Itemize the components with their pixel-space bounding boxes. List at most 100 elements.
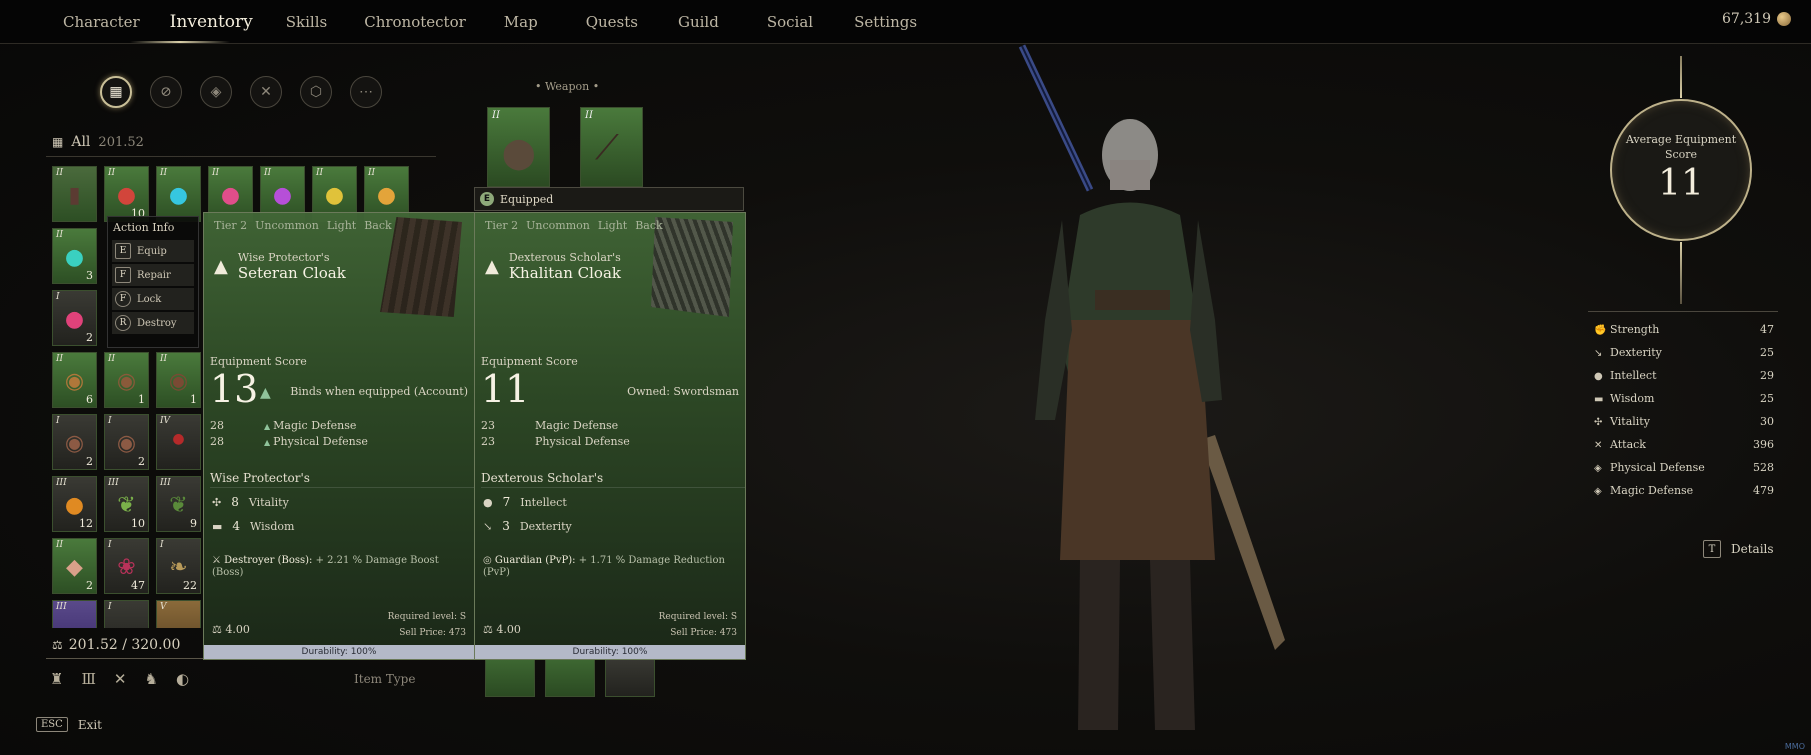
nav-guild[interactable]: Guild xyxy=(678,13,719,31)
inventory-slot[interactable]: III ❦ 10 xyxy=(104,476,149,532)
slot-tier: II xyxy=(56,354,64,364)
pouch-icon[interactable]: ♞ xyxy=(145,670,158,688)
stat-label: Physical Defense xyxy=(1610,461,1705,474)
action-lock[interactable]: F Lock xyxy=(112,288,194,310)
inventory-slot[interactable]: I ❧ 22 xyxy=(156,538,201,594)
filter-weapon-sword-slash-icon[interactable]: ⊘ xyxy=(150,76,182,108)
inventory-slot[interactable]: V xyxy=(156,600,201,628)
dish-icon: ◉ xyxy=(116,431,137,456)
character-model[interactable] xyxy=(1000,40,1300,750)
inventory-slot[interactable]: I xyxy=(104,600,149,628)
slot-tier: II xyxy=(56,168,64,178)
inventory-slot[interactable]: III ● 12 xyxy=(52,476,97,532)
item-type-filters: ♜ Ⅲ ✕ ♞ ◐ xyxy=(50,670,189,688)
slot-tier: II xyxy=(160,354,168,364)
item-weight-value: 4.00 xyxy=(225,623,250,636)
inventory-slot[interactable]: I ◉ 2 xyxy=(52,414,97,470)
slot-tier: V xyxy=(160,602,167,612)
crossed-swords-icon[interactable]: ✕ xyxy=(114,670,127,688)
filter-armor-icon[interactable]: ◈ xyxy=(200,76,232,108)
item-prefix: Dexterous Scholar's xyxy=(508,251,621,264)
slot-qty: 9 xyxy=(190,517,197,530)
equipment-slot[interactable] xyxy=(485,655,535,697)
inventory-slot[interactable]: II ◉ 1 xyxy=(156,352,201,408)
nav-chronotector[interactable]: Chronotector xyxy=(364,13,466,31)
armor-type-icon[interactable]: ♜ xyxy=(50,670,63,688)
weight-icon: ⚖ xyxy=(483,623,497,636)
inventory-slot[interactable]: IV ● xyxy=(156,414,201,470)
nav-quests[interactable]: Quests xyxy=(586,13,638,31)
slot-qty: 10 xyxy=(131,517,145,530)
bread-icon: ◉ xyxy=(116,369,137,394)
stat-label: Intellect xyxy=(1610,369,1657,382)
action-destroy[interactable]: R Destroy xyxy=(112,312,194,334)
weapon-slot-shield[interactable]: II ⬤ xyxy=(487,107,550,187)
circle-swirl-icon[interactable]: ◐ xyxy=(176,670,189,688)
filter-all-grid-icon[interactable]: ▦ xyxy=(100,76,132,108)
sell-price: Sell Price: 473 xyxy=(670,628,737,638)
item-slot: Back xyxy=(635,219,663,232)
dish-icon: ◉ xyxy=(64,431,85,456)
nav-map[interactable]: Map xyxy=(504,13,538,31)
filter-box-icon[interactable]: ⬡ xyxy=(300,76,332,108)
stat-value: 28 xyxy=(210,435,224,448)
inventory-slot[interactable]: II ◉ 1 xyxy=(104,352,149,408)
vitality-icon: ✣ xyxy=(1594,417,1603,428)
exit-hint[interactable]: ESC Exit xyxy=(36,717,102,732)
nav-skills[interactable]: Skills xyxy=(286,13,327,31)
ring-ornament-bottom xyxy=(1680,242,1682,304)
inventory-slot[interactable]: III xyxy=(52,600,97,628)
action-label: Lock xyxy=(137,293,162,305)
top-nav-bar: Character Inventory Skills Chronotector … xyxy=(0,0,1811,44)
raw-meat-icon: ◆ xyxy=(66,555,83,580)
inventory-slot[interactable]: I ● 2 xyxy=(52,290,97,346)
slot-qty: 2 xyxy=(138,455,145,468)
inventory-slot[interactable]: I ❀ 47 xyxy=(104,538,149,594)
slot-tier: II xyxy=(212,168,220,178)
slot-tier: IV xyxy=(160,416,171,426)
equipment-slot[interactable] xyxy=(545,655,595,697)
action-info-title: Action Info xyxy=(113,221,175,234)
nav-character[interactable]: Character xyxy=(63,13,140,31)
red-mark-icon: ● xyxy=(172,431,185,447)
weapon-slot-sword[interactable]: II ⟋ xyxy=(580,107,643,187)
inventory-slot[interactable]: II ◆ 2 xyxy=(52,538,97,594)
equipment-slot[interactable] xyxy=(605,655,655,697)
inventory-slot[interactable]: II ◉ 6 xyxy=(52,352,97,408)
inventory-slot[interactable]: II ▮ xyxy=(52,166,97,222)
attr-label: Vitality xyxy=(248,495,289,509)
inventory-slot[interactable]: II ● 10 xyxy=(104,166,149,222)
slot-tier: III xyxy=(108,478,119,488)
action-equip[interactable]: E Equip xyxy=(112,240,194,262)
filter-crossed-swords-icon[interactable]: ✕ xyxy=(250,76,282,108)
inventory-weight: 201.52 xyxy=(98,134,144,150)
average-score-value: 11 xyxy=(1658,163,1704,204)
filter-more-icon[interactable]: ⋯ xyxy=(350,76,382,108)
item-requirements: Required level: S Sell Price: 473 xyxy=(388,609,466,641)
nav-settings[interactable]: Settings xyxy=(854,13,917,31)
stat-label: Strength xyxy=(1610,323,1660,336)
owned-note: Owned: Swordsman xyxy=(627,385,739,398)
item-type-label[interactable]: Item Type xyxy=(354,672,415,686)
attr-value: 8 xyxy=(231,495,239,509)
inventory-slot[interactable]: III ❦ 9 xyxy=(156,476,201,532)
slot-tier: II xyxy=(492,110,500,121)
inventory-slot[interactable]: II ● 3 xyxy=(52,228,97,284)
set-effect-icon: ⚔ xyxy=(212,555,225,566)
slot-qty: 22 xyxy=(183,579,197,592)
magic-defense-icon: ◈ xyxy=(1594,486,1602,497)
key-f: F xyxy=(115,291,131,307)
action-repair[interactable]: F Repair xyxy=(112,264,194,286)
face-guard xyxy=(1110,160,1150,190)
details-button[interactable]: T Details xyxy=(1703,540,1774,558)
set-title: Wise Protector's xyxy=(210,471,474,488)
tier-type-icon[interactable]: Ⅲ xyxy=(81,670,95,688)
item-weight-class: Light xyxy=(597,219,628,232)
inventory-slot[interactable]: I ◉ 2 xyxy=(104,414,149,470)
nav-active-underline xyxy=(130,41,230,43)
herb-icon: ❦ xyxy=(169,493,188,518)
nav-inventory[interactable]: Inventory xyxy=(170,12,253,32)
weight-icon: ⚖ xyxy=(52,638,63,652)
nav-social[interactable]: Social xyxy=(767,13,813,31)
inventory-slot[interactable]: II ● xyxy=(156,166,201,222)
